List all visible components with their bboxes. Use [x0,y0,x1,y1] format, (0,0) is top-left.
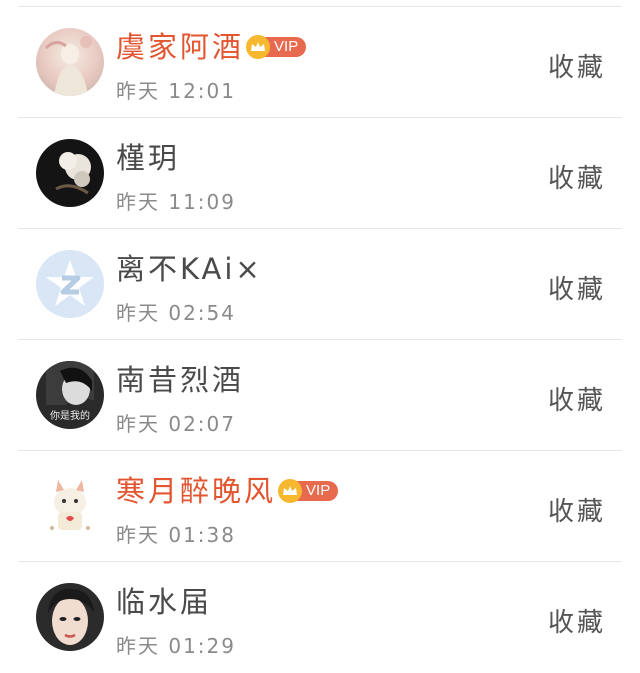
avatar[interactable] [36,583,104,651]
avatar[interactable]: 你是我的 [36,361,104,429]
timestamp: 昨天 01:29 [116,634,236,658]
user-name[interactable]: 离不KAi× [116,251,263,287]
list-item[interactable]: 虞家阿酒 VIP 昨天 12:01 收藏 [0,7,640,118]
timestamp: 昨天 02:07 [116,412,236,436]
avatar-caption: 你是我的 [50,409,90,422]
avatar[interactable] [36,28,104,96]
user-name[interactable]: 虞家阿酒 VIP [116,29,307,65]
timestamp: 昨天 01:38 [116,523,236,547]
favorite-button[interactable]: 收藏 [548,158,606,195]
user-name-text: 寒月醉晚风 [116,474,277,508]
favorite-button[interactable]: 收藏 [548,491,606,528]
favorite-button[interactable]: 收藏 [548,269,606,306]
list-item[interactable]: 离不KAi× 昨天 02:54 收藏 [0,229,640,340]
list-item[interactable]: 你是我的 南昔烈酒 昨天 02:07 收藏 [0,340,640,451]
user-name[interactable]: 槿玥 [116,140,180,176]
favorite-button[interactable]: 收藏 [548,47,606,84]
avatar[interactable] [36,472,104,540]
avatar[interactable] [36,139,104,207]
list-item[interactable]: 临水届 昨天 01:29 收藏 [0,562,640,673]
user-list: 虞家阿酒 VIP 昨天 12:01 收藏 槿玥 昨天 11:09 收藏 离不KA… [0,0,640,664]
user-name[interactable]: 临水届 [116,584,212,620]
list-item[interactable]: 寒月醉晚风 VIP 昨天 01:38 收藏 [0,451,640,562]
user-name[interactable]: 南昔烈酒 [116,362,244,398]
timestamp: 昨天 12:01 [116,79,236,103]
user-name[interactable]: 寒月醉晚风 VIP [116,473,339,509]
timestamp: 昨天 11:09 [116,190,236,214]
crown-icon [278,479,303,503]
vip-badge: VIP [246,35,307,59]
user-name-text: 虞家阿酒 [116,30,245,64]
favorite-button[interactable]: 收藏 [548,602,606,639]
timestamp: 昨天 02:54 [116,301,236,325]
crown-icon [246,35,271,59]
avatar[interactable] [36,250,104,318]
list-item[interactable]: 槿玥 昨天 11:09 收藏 [0,118,640,229]
favorite-button[interactable]: 收藏 [548,380,606,417]
vip-badge: VIP [278,479,339,503]
